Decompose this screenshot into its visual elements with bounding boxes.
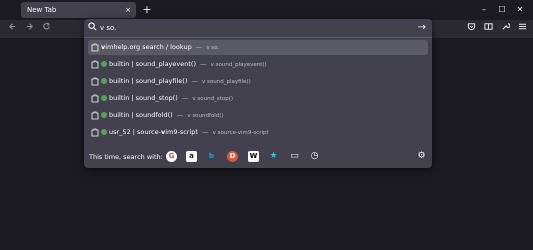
puzzle-icon xyxy=(91,111,99,120)
amazon-icon[interactable]: a xyxy=(186,151,197,162)
green-dot-icon xyxy=(101,77,107,84)
suggestion-text: im9-script xyxy=(165,128,198,136)
tab-strip: New Tab × + – ☐ ✕ xyxy=(0,0,533,20)
green-dot-icon xyxy=(101,60,107,67)
green-dot-icon xyxy=(101,111,107,118)
history-clock-icon[interactable]: ◷ xyxy=(309,151,320,162)
wrench-icon[interactable] xyxy=(497,21,513,37)
menu-icon[interactable] xyxy=(514,21,530,37)
suggestion-separator: — xyxy=(200,60,207,68)
back-arrow-icon[interactable] xyxy=(4,21,20,37)
suggestion-action: v source-vim9-script xyxy=(212,130,269,136)
search-with-label: This time, search with: xyxy=(89,153,163,161)
suggestion-row[interactable]: vimhelp.org search / lookup — v so. xyxy=(88,40,428,55)
suggestion-action: v sound_playfile() xyxy=(202,79,251,85)
suggestion-separator: — xyxy=(195,43,203,51)
tab-new-tab[interactable]: New Tab × xyxy=(21,2,136,18)
puzzle-icon xyxy=(91,128,99,137)
suggestion-row[interactable]: builtin | sound_playevent() — v sound_pl… xyxy=(88,57,428,72)
urlbar-value[interactable]: v so. xyxy=(100,19,116,37)
suggestion-text: builtin | soundfold() xyxy=(109,111,173,119)
duckduckgo-icon[interactable]: D xyxy=(227,151,238,162)
close-tab-icon[interactable]: × xyxy=(125,2,131,18)
suggestion-action: v sound_playevent() xyxy=(210,62,267,68)
go-arrow-icon[interactable]: → xyxy=(418,19,426,37)
suggestion-text: builtin | sound_stop() xyxy=(109,94,178,102)
suggestion-action: v so. xyxy=(206,45,220,51)
one-off-search-bar: This time, search with: G a b D W ★ ▭ ◷ … xyxy=(84,146,432,168)
suggestion-separator: — xyxy=(191,77,198,85)
suggestion-row[interactable]: builtin | sound_stop() — v sound_stop() xyxy=(88,91,428,106)
search-settings-gear-icon[interactable]: ⚙ xyxy=(416,151,427,162)
search-icon xyxy=(88,22,97,31)
tab-label: New Tab xyxy=(27,6,57,14)
suggestion-text: imhelp.org search / lookup xyxy=(105,43,192,51)
suggestion-action: v sound_stop() xyxy=(192,96,234,102)
maximize-icon[interactable]: ☐ xyxy=(495,2,509,18)
bookmarks-star-icon[interactable]: ★ xyxy=(268,151,279,162)
puzzle-icon xyxy=(91,77,99,86)
divider xyxy=(84,37,432,38)
reload-icon[interactable] xyxy=(38,21,54,37)
suggestion-text: builtin | sound_playevent() xyxy=(109,60,196,68)
suggestion-row[interactable]: builtin | sound_playfile() — v sound_pla… xyxy=(88,74,428,89)
suggestion-separator: — xyxy=(181,94,189,102)
pocket-icon[interactable] xyxy=(463,21,479,37)
puzzle-icon xyxy=(91,94,99,103)
minimize-icon[interactable]: – xyxy=(477,2,491,18)
suggestion-separator: — xyxy=(202,128,209,136)
green-dot-icon xyxy=(101,94,107,101)
close-window-icon[interactable]: ✕ xyxy=(513,2,527,18)
puzzle-icon xyxy=(91,43,99,52)
suggestion-action: v soundfold() xyxy=(187,113,224,119)
reader-view-icon[interactable] xyxy=(480,21,496,37)
wikipedia-icon[interactable]: W xyxy=(248,151,259,162)
urlbar-input[interactable]: v so. → xyxy=(84,19,432,37)
urlbar-dropdown: v so. → vimhelp.org search / lookup — v … xyxy=(84,19,432,168)
google-icon[interactable]: G xyxy=(166,151,177,162)
suggestion-text: builtin | sound_playfile() xyxy=(109,77,188,85)
puzzle-icon xyxy=(91,60,99,69)
suggestion-row[interactable]: builtin | soundfold() — v soundfold() xyxy=(88,108,428,123)
suggestion-text: usr_52 | source- xyxy=(109,128,161,136)
suggestion-separator: — xyxy=(176,111,184,119)
new-tab-button[interactable]: + xyxy=(140,2,154,18)
tabs-icon[interactable]: ▭ xyxy=(289,151,300,162)
bing-icon[interactable]: b xyxy=(206,151,217,162)
forward-arrow-icon[interactable] xyxy=(21,21,37,37)
green-dot-icon xyxy=(101,128,107,135)
suggestion-row[interactable]: usr_52 | source-vim9-script — v source-v… xyxy=(88,125,428,140)
